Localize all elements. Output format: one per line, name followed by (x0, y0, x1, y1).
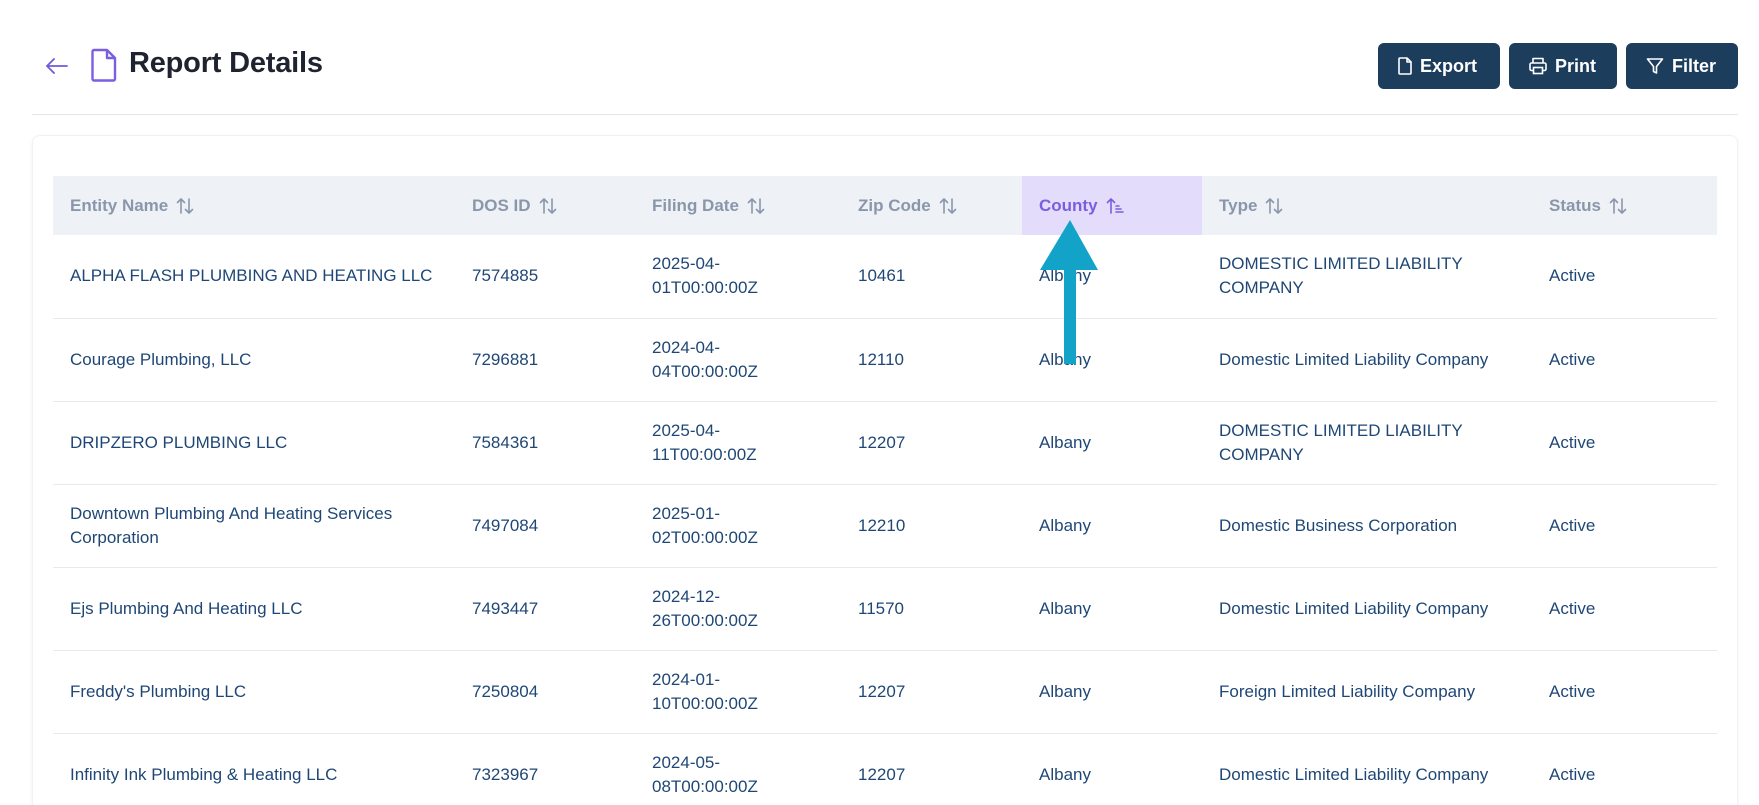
cell-zip-code: 12210 (841, 484, 1022, 568)
sort-icon (1609, 197, 1627, 215)
filter-button[interactable]: Filter (1626, 43, 1738, 89)
cell-status: Active (1532, 650, 1717, 734)
cell-filing-date: 2024-12-26T00:00:00Z (635, 567, 841, 651)
column-header-zip-code[interactable]: Zip Code (841, 176, 1022, 235)
table-row[interactable]: Downtown Plumbing And Heating Services C… (53, 484, 1717, 568)
column-header-label: Zip Code (858, 195, 931, 215)
page-header: Report Details Export Print Filter (32, 33, 1738, 115)
cell-entity-name: Freddy's Plumbing LLC (53, 650, 455, 734)
cell-filing-date: 2024-04-04T00:00:00Z (635, 318, 841, 402)
sort-icon (747, 197, 765, 215)
print-button[interactable]: Print (1509, 43, 1617, 89)
sort-ascending-icon (1106, 197, 1124, 215)
print-label: Print (1555, 55, 1597, 76)
cell-county: Albany (1022, 401, 1202, 485)
cell-entity-name: Ejs Plumbing And Heating LLC (53, 567, 455, 651)
cell-filing-date: 2025-04-11T00:00:00Z (635, 401, 841, 485)
cell-type: Domestic Business Corporation (1202, 484, 1532, 568)
cell-zip-code: 11570 (841, 567, 1022, 651)
arrow-left-icon (46, 58, 68, 74)
column-header-label: Status (1549, 195, 1601, 215)
cell-filing-date: 2024-01-10T00:00:00Z (635, 650, 841, 734)
cell-zip-code: 10461 (841, 235, 1022, 319)
cell-entity-name: Courage Plumbing, LLC (53, 318, 455, 402)
cell-filing-date: 2025-04-01T00:00:00Z (635, 235, 841, 319)
cell-county: Albany (1022, 318, 1202, 402)
filter-label: Filter (1672, 55, 1717, 76)
cell-county: Albany (1022, 650, 1202, 734)
sort-icon (939, 197, 957, 215)
table-row[interactable]: ALPHA FLASH PLUMBING AND HEATING LLC 757… (53, 235, 1717, 319)
column-header-county[interactable]: County (1022, 176, 1202, 235)
cell-zip-code: 12207 (841, 401, 1022, 485)
column-header-dos-id[interactable]: DOS ID (455, 176, 635, 235)
cell-type: Domestic Limited Liability Company (1202, 567, 1532, 651)
column-header-entity-name[interactable]: Entity Name (53, 176, 455, 235)
column-header-type[interactable]: Type (1202, 176, 1532, 235)
cell-zip-code: 12110 (841, 318, 1022, 402)
cell-status: Active (1532, 318, 1717, 402)
cell-type: DOMESTIC LIMITED LIABILITY COMPANY (1202, 401, 1532, 485)
table-row[interactable]: Courage Plumbing, LLC 7296881 2024-04-04… (53, 318, 1717, 402)
cell-dos-id: 7250804 (455, 650, 635, 734)
cell-entity-name: ALPHA FLASH PLUMBING AND HEATING LLC (53, 235, 455, 319)
table-row[interactable]: Freddy's Plumbing LLC 7250804 2024-01-10… (53, 650, 1717, 734)
cell-dos-id: 7584361 (455, 401, 635, 485)
export-button[interactable]: Export (1378, 43, 1500, 89)
cell-county: Albany (1022, 235, 1202, 319)
cell-entity-name: Downtown Plumbing And Heating Services C… (53, 484, 455, 568)
cell-county: Albany (1022, 484, 1202, 568)
table-row[interactable]: DRIPZERO PLUMBING LLC 7584361 2025-04-11… (53, 401, 1717, 485)
results-table: Entity Name DOS ID Filing Date Zip Code … (53, 176, 1717, 805)
sort-icon (539, 197, 557, 215)
cell-type: Domestic Limited Liability Company (1219, 764, 1489, 784)
results-card: Entity Name DOS ID Filing Date Zip Code … (32, 135, 1738, 805)
column-header-status[interactable]: Status (1532, 176, 1717, 235)
cell-status: Active (1532, 484, 1717, 568)
cell-status: Active (1532, 567, 1717, 651)
cell-status: Active (1549, 764, 1596, 784)
cell-dos-id: 7497084 (455, 484, 635, 568)
cell-status: Active (1532, 235, 1717, 319)
sort-icon (1265, 197, 1283, 215)
cell-county: Albany (1022, 567, 1202, 651)
column-header-label: DOS ID (472, 195, 531, 215)
table-row[interactable]: Ejs Plumbing And Heating LLC 7493447 202… (53, 567, 1717, 651)
column-header-label: Filing Date (652, 195, 739, 215)
document-icon (91, 48, 117, 82)
table-header-row: Entity Name DOS ID Filing Date Zip Code … (53, 176, 1717, 235)
cell-dos-id: 7296881 (455, 318, 635, 402)
back-button[interactable] (42, 51, 72, 81)
sort-icon (176, 197, 194, 215)
cell-zip-code: 12207 (858, 764, 906, 784)
cell-type: Domestic Limited Liability Company (1202, 318, 1532, 402)
cell-dos-id: 7493447 (455, 567, 635, 651)
cell-dos-id: 7574885 (455, 235, 635, 319)
cell-entity-name: DRIPZERO PLUMBING LLC (53, 401, 455, 485)
cell-dos-id: 7323967 (472, 764, 539, 784)
column-header-label: County (1039, 195, 1098, 215)
export-label: Export (1420, 55, 1478, 76)
filter-icon (1646, 58, 1664, 74)
cell-type: Foreign Limited Liability Company (1202, 650, 1532, 734)
column-header-filing-date[interactable]: Filing Date (635, 176, 841, 235)
file-icon (1398, 57, 1412, 75)
column-header-label: Entity Name (70, 195, 169, 215)
cell-entity-name: Infinity Ink Plumbing & Heating LLC (70, 764, 338, 784)
cell-type: DOMESTIC LIMITED LIABILITY COMPANY (1202, 235, 1532, 319)
cell-filing-date: 2024-05-08T00:00:00Z (652, 752, 758, 796)
page-title: Report Details (129, 47, 323, 79)
table-row[interactable]: Infinity Ink Plumbing & Heating LLC 7323… (53, 733, 1717, 805)
column-header-label: Type (1219, 195, 1258, 215)
page: Report Details Export Print Filter Entit… (0, 0, 1759, 805)
header-actions: Export Print Filter (1378, 43, 1738, 89)
cell-filing-date: 2025-01-02T00:00:00Z (635, 484, 841, 568)
cell-zip-code: 12207 (841, 650, 1022, 734)
printer-icon (1529, 57, 1547, 75)
cell-status: Active (1532, 401, 1717, 485)
cell-county: Albany (1039, 764, 1091, 784)
